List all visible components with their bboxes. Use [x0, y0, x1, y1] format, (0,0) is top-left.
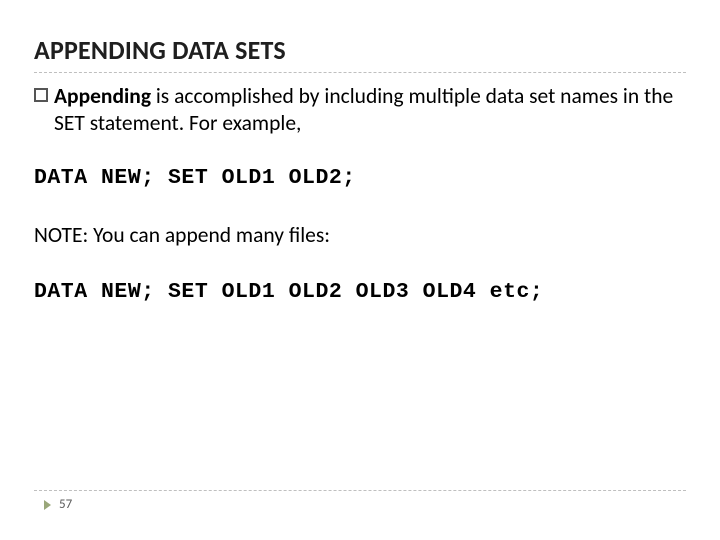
footer-divider: [34, 490, 686, 491]
slide-footer: 57: [34, 490, 686, 512]
slide-body: Appending is accomplished by including m…: [34, 83, 686, 305]
page-number: 57: [59, 497, 72, 512]
slide-title: APPENDING DATA SETS: [34, 34, 686, 66]
bullet-item: Appending is accomplished by including m…: [34, 83, 686, 137]
title-divider: [34, 72, 686, 73]
slide: APPENDING DATA SETS Appending is accompl…: [0, 0, 720, 540]
page-number-row: 57: [34, 497, 686, 512]
code-example-2: DATA NEW; SET OLD1 OLD2 OLD3 OLD4 etc;: [34, 279, 686, 306]
bullet-text: Appending is accomplished by including m…: [54, 83, 686, 137]
code-example-1: DATA NEW; SET OLD1 OLD2;: [34, 165, 686, 192]
note-line: NOTE: You can append many files:: [34, 222, 686, 249]
bullet-lead: Appending: [54, 83, 151, 109]
arrow-right-icon: [44, 500, 51, 510]
square-bullet-icon: [34, 88, 48, 102]
